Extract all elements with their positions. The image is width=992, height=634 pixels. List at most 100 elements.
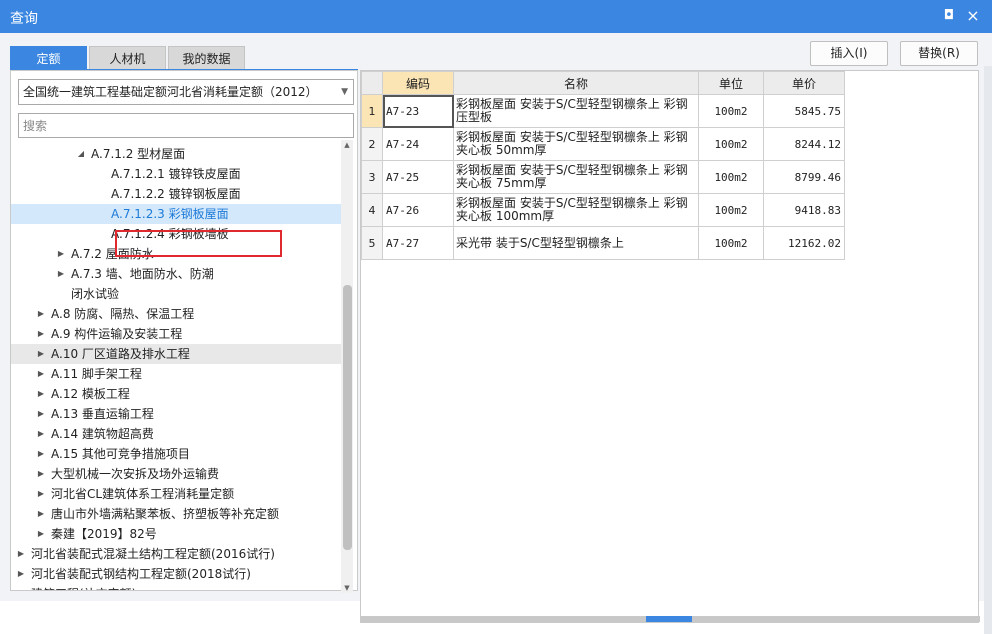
tree-item[interactable]: ▶ 唐山市外墙满粘聚苯板、挤塑板等补充定额 — [11, 504, 341, 524]
tree-item[interactable]: ▶ A.9 构件运输及安装工程 — [11, 324, 341, 344]
header-code[interactable]: 编码 — [382, 71, 454, 95]
tree-item-label: A.13 垂直运输工程 — [51, 407, 154, 421]
cell-code[interactable]: A7-27 — [382, 226, 454, 260]
tree-item[interactable]: ▶ A.13 垂直运输工程 — [11, 404, 341, 424]
row-number[interactable]: 3 — [361, 160, 383, 194]
cell-price[interactable]: 8244.12 — [763, 127, 845, 161]
table-row[interactable]: 2 A7-24 彩钢板屋面 安装于S/C型轻型钢檩条上 彩钢夹心板 50mm厚 100… — [361, 127, 845, 161]
caret-right-icon[interactable]: ▶ — [35, 344, 47, 364]
row-number[interactable]: 1 — [361, 94, 383, 128]
tree-item[interactable]: ▶ 河北省装配式钢结构工程定额(2018试行) — [11, 564, 341, 584]
tree-item[interactable]: ▶ A.7.3 墙、地面防水、防潮 — [11, 264, 341, 284]
cell-price[interactable]: 8799.46 — [763, 160, 845, 194]
restore-icon[interactable]: ◘ — [941, 7, 957, 25]
tree-item-label: A.11 脚手架工程 — [51, 367, 142, 381]
caret-right-icon[interactable]: ▶ — [35, 524, 47, 544]
header-unit[interactable]: 单位 — [698, 71, 764, 95]
tree-item[interactable]: ▶ A.11 脚手架工程 — [11, 364, 341, 384]
cell-code[interactable]: A7-25 — [382, 160, 454, 194]
search-input[interactable] — [18, 113, 354, 138]
row-number[interactable]: 2 — [361, 127, 383, 161]
cell-name[interactable]: 采光带 装于S/C型轻型钢檩条上 — [453, 226, 699, 260]
caret-right-icon[interactable]: ▶ — [15, 584, 27, 590]
cell-unit[interactable]: 100m2 — [698, 160, 764, 194]
window-body: 定额 人材机 我的数据 插入(I) 替换(R) 全国统一建筑工程基础定额河北省消… — [0, 33, 992, 634]
cell-price[interactable]: 9418.83 — [763, 193, 845, 227]
caret-right-icon[interactable]: ▶ — [15, 544, 27, 564]
close-icon[interactable]: × — [965, 7, 981, 25]
cell-unit[interactable]: 100m2 — [698, 127, 764, 161]
splitter-grip-icon[interactable] — [646, 616, 692, 622]
caret-right-icon[interactable]: ▶ — [35, 324, 47, 344]
library-select[interactable]: 全国统一建筑工程基础定额河北省消耗量定额（2012） ▼ — [18, 79, 354, 105]
tab-quota[interactable]: 定额 — [10, 46, 87, 70]
tab-labor-material-machine[interactable]: 人材机 — [89, 46, 166, 70]
tree-item[interactable]: ▶ 大型机械一次安拆及场外运输费 — [11, 464, 341, 484]
scroll-down-icon[interactable]: ▼ — [341, 583, 353, 593]
tree-item[interactable]: ▶ A.7.2 屋面防水 — [11, 244, 341, 264]
tree-item[interactable]: 闭水试验 — [11, 284, 341, 304]
cell-code[interactable]: A7-23 — [382, 94, 454, 128]
cell-unit[interactable]: 100m2 — [698, 94, 764, 128]
cell-unit[interactable]: 100m2 — [698, 193, 764, 227]
table-row[interactable]: 3 A7-25 彩钢板屋面 安装于S/C型轻型钢檩条上 彩钢夹心板 75mm厚 100… — [361, 160, 845, 194]
replace-button[interactable]: 替换(R) — [900, 41, 978, 66]
library-select-value: 全国统一建筑工程基础定额河北省消耗量定额（2012） — [23, 85, 318, 99]
tab-my-data[interactable]: 我的数据 — [168, 46, 245, 70]
caret-right-icon[interactable]: ▶ — [35, 484, 47, 504]
caret-down-icon[interactable]: ◢ — [75, 144, 87, 164]
table-row[interactable]: 1 A7-23 彩钢板屋面 安装于S/C型轻型钢檩条上 彩钢压型板 100m2 5845… — [361, 94, 845, 128]
tree-item[interactable]: ◢ A.7.1.2 型材屋面 — [11, 144, 341, 164]
header-price[interactable]: 单价 — [763, 71, 845, 95]
caret-right-icon[interactable]: ▶ — [55, 264, 67, 284]
tree-item[interactable]: ▶ A.12 模板工程 — [11, 384, 341, 404]
tree-item[interactable]: A.7.1.2.4 彩钢板墙板 — [11, 224, 341, 244]
table-row[interactable]: 5 A7-27 采光带 装于S/C型轻型钢檩条上 100m2 12162.02 — [361, 226, 845, 260]
caret-right-icon[interactable]: ▶ — [35, 444, 47, 464]
tree-item-label: A.7.1.2.3 彩钢板屋面 — [111, 207, 229, 221]
tree-item[interactable]: ▶ A.15 其他可竞争措施项目 — [11, 444, 341, 464]
tree-item[interactable]: A.7.1.2.2 镀锌钢板屋面 — [11, 184, 341, 204]
tree-item-label: 河北省装配式钢结构工程定额(2018试行) — [31, 567, 251, 581]
cell-name[interactable]: 彩钢板屋面 安装于S/C型轻型钢檩条上 彩钢夹心板 100mm厚 — [453, 193, 699, 227]
caret-right-icon[interactable]: ▶ — [35, 424, 47, 444]
insert-button[interactable]: 插入(I) — [810, 41, 888, 66]
table-body: 1 A7-23 彩钢板屋面 安装于S/C型轻型钢檩条上 彩钢压型板 100m2 5845… — [361, 94, 845, 260]
quota-tree: ◢ A.7.1.2 型材屋面 A.7.1.2.1 镀锌铁皮屋面 A.7.1.2.2 镀… — [11, 144, 341, 590]
scrollbar-thumb[interactable] — [343, 285, 352, 550]
caret-right-icon[interactable]: ▶ — [35, 464, 47, 484]
cell-code[interactable]: A7-26 — [382, 193, 454, 227]
tree-item[interactable]: ▶ A.8 防腐、隔热、保温工程 — [11, 304, 341, 324]
caret-right-icon[interactable]: ▶ — [35, 504, 47, 524]
caret-right-icon[interactable]: ▶ — [55, 244, 67, 264]
row-number[interactable]: 4 — [361, 193, 383, 227]
tree-item[interactable]: ▶ A.14 建筑物超高费 — [11, 424, 341, 444]
tree-item[interactable]: ▶ 秦建【2019】82号 — [11, 524, 341, 544]
caret-right-icon[interactable]: ▶ — [35, 304, 47, 324]
tree-item[interactable]: ▶ 河北省CL建筑体系工程消耗量定额 — [11, 484, 341, 504]
caret-right-icon[interactable]: ▶ — [35, 384, 47, 404]
scroll-up-icon[interactable]: ▲ — [341, 140, 353, 150]
cell-price[interactable]: 12162.02 — [763, 226, 845, 260]
cell-name[interactable]: 彩钢板屋面 安装于S/C型轻型钢檩条上 彩钢夹心板 50mm厚 — [453, 127, 699, 161]
cell-name[interactable]: 彩钢板屋面 安装于S/C型轻型钢檩条上 彩钢夹心板 75mm厚 — [453, 160, 699, 194]
cell-price[interactable]: 5845.75 — [763, 94, 845, 128]
chevron-down-icon[interactable]: ▼ — [341, 80, 348, 104]
title-bar: 查询 ◘ × — [0, 0, 992, 33]
tree-item[interactable]: A.7.1.2.3 彩钢板屋面 — [11, 204, 341, 224]
cell-name[interactable]: 彩钢板屋面 安装于S/C型轻型钢檩条上 彩钢压型板 — [453, 94, 699, 128]
tree-item[interactable]: ▶ 河北省装配式混凝土结构工程定额(2016试行) — [11, 544, 341, 564]
caret-right-icon[interactable]: ▶ — [15, 564, 27, 584]
tree-item[interactable]: ▶ A.10 厂区道路及排水工程 — [11, 344, 341, 364]
cell-unit[interactable]: 100m2 — [698, 226, 764, 260]
tree-item[interactable]: ▶ 建筑工程(补充定额) — [11, 584, 341, 590]
table-row[interactable]: 4 A7-26 彩钢板屋面 安装于S/C型轻型钢檩条上 彩钢夹心板 100mm厚 10… — [361, 193, 845, 227]
cell-code[interactable]: A7-24 — [382, 127, 454, 161]
caret-right-icon[interactable]: ▶ — [35, 364, 47, 384]
tree-item[interactable]: A.7.1.2.1 镀锌铁皮屋面 — [11, 164, 341, 184]
row-number[interactable]: 5 — [361, 226, 383, 260]
tree-scrollbar[interactable]: ▲ ▼ — [341, 140, 353, 593]
header-name[interactable]: 名称 — [453, 71, 699, 95]
caret-right-icon[interactable]: ▶ — [35, 404, 47, 424]
panel-splitter[interactable] — [361, 616, 980, 622]
